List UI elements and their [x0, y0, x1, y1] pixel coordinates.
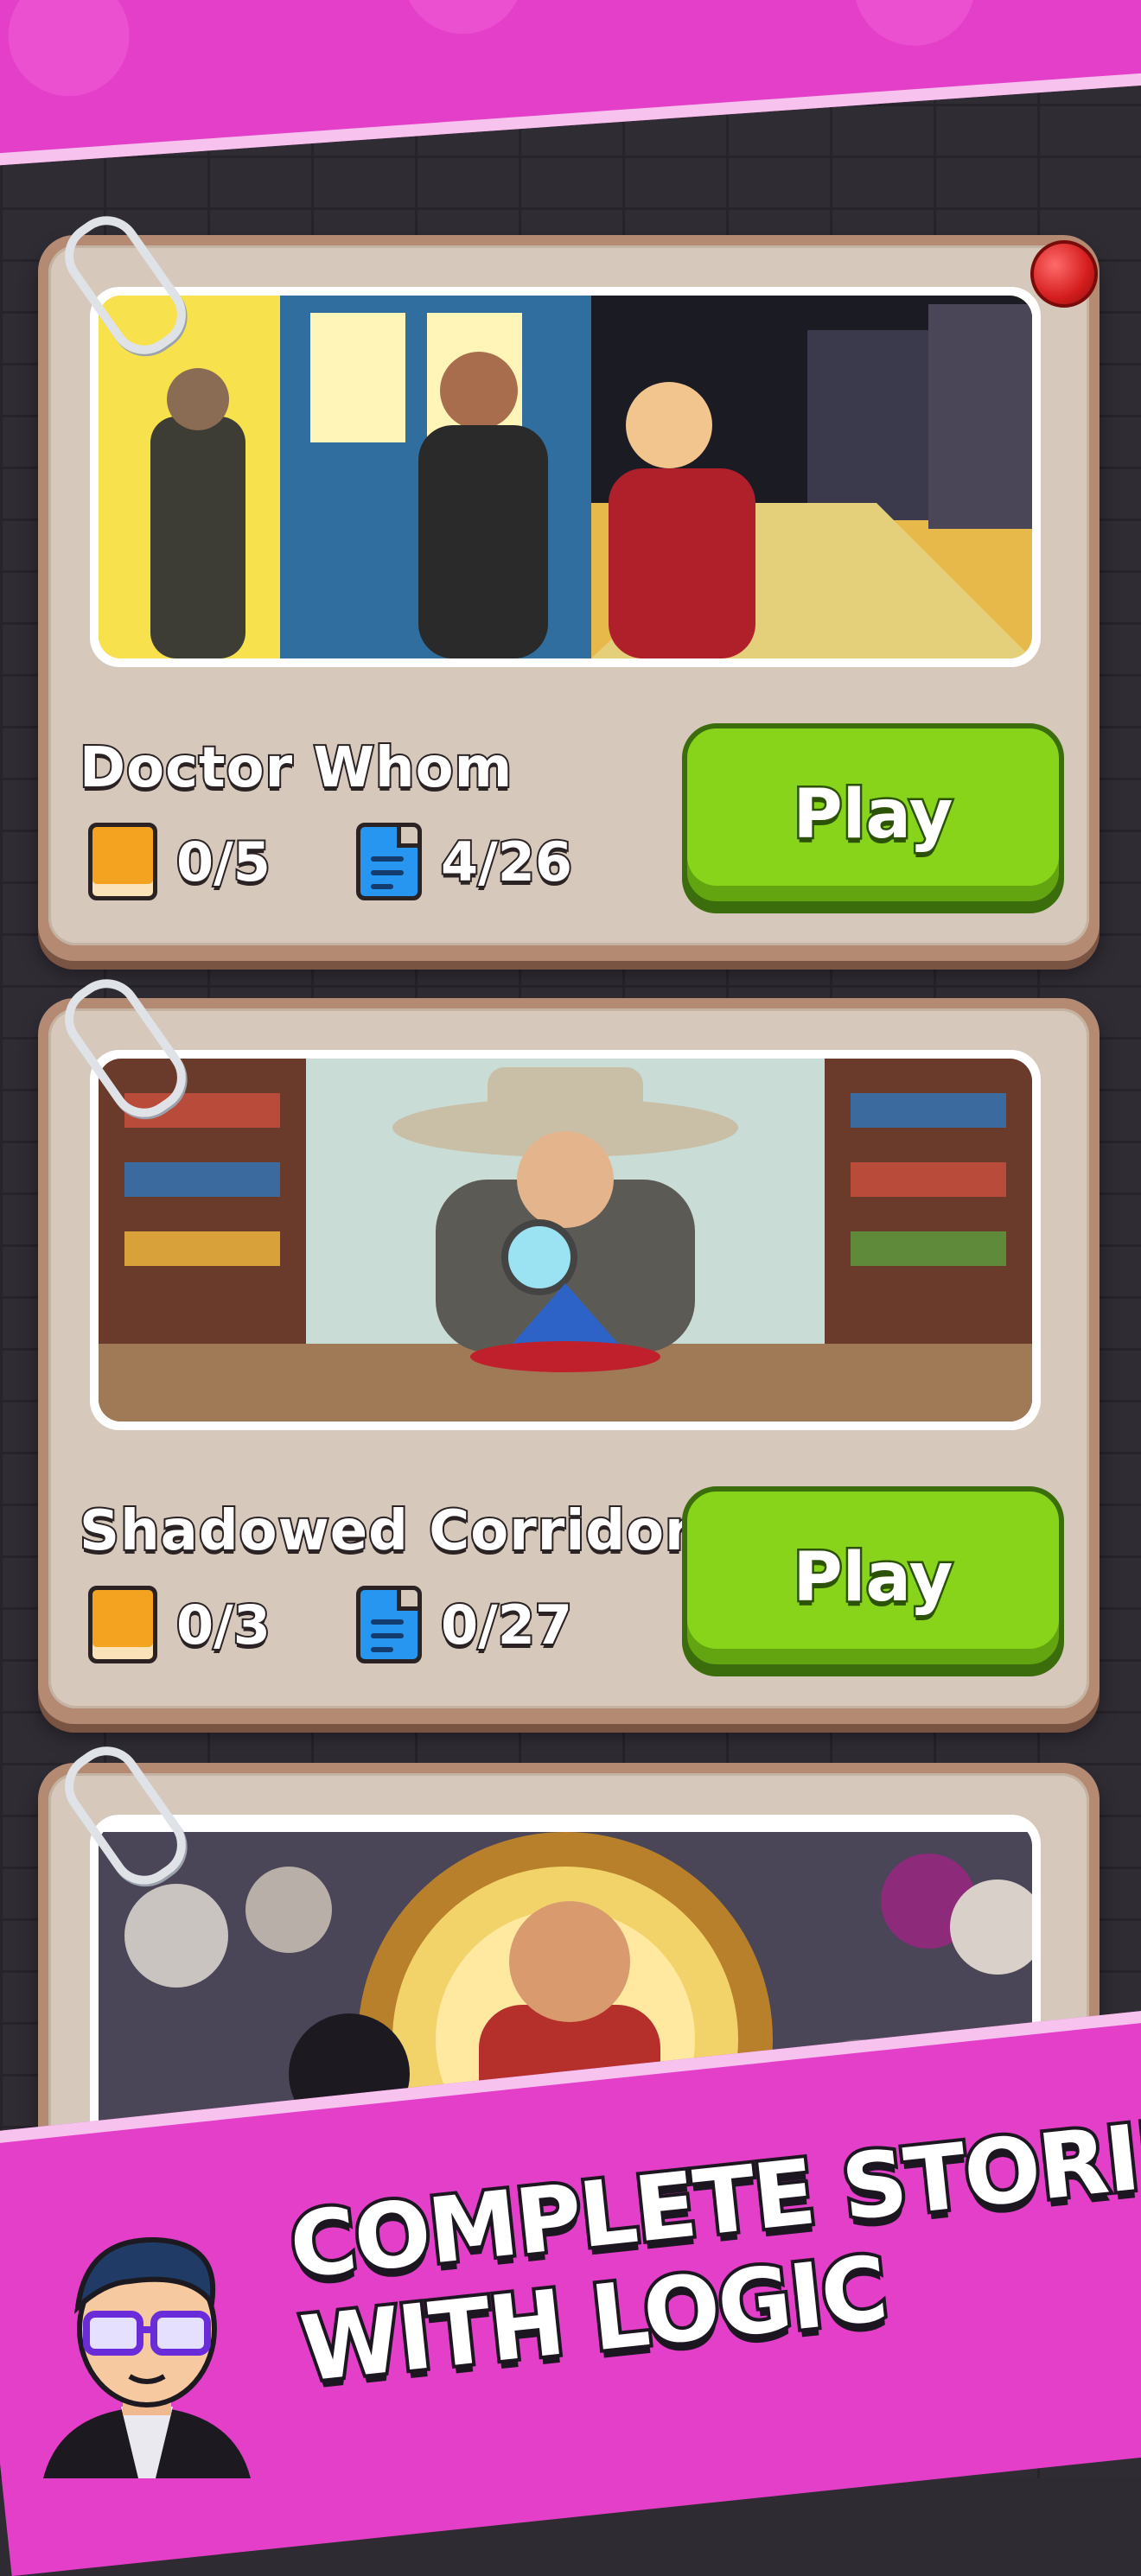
chapters-stat: 0/3 — [88, 1586, 272, 1663]
book-icon — [88, 1586, 157, 1663]
story-artwork — [90, 1050, 1041, 1430]
clues-count: 0/27 — [439, 1592, 574, 1658]
chapters-count: 0/3 — [175, 1592, 272, 1658]
clues-count: 4/26 — [439, 829, 574, 895]
play-button[interactable]: Play — [682, 723, 1064, 906]
story-card[interactable]: Doctor Whom 0/5 4/26 Play — [38, 235, 1100, 961]
street-scene-image — [99, 296, 1032, 658]
mascot-avatar-icon — [43, 2236, 251, 2478]
book-icon — [88, 823, 157, 900]
document-icon — [356, 823, 422, 900]
chapters-count: 0/5 — [175, 829, 272, 895]
play-button[interactable]: Play — [682, 1486, 1064, 1670]
story-artwork — [90, 287, 1041, 667]
document-icon — [356, 1586, 422, 1663]
clues-stat: 4/26 — [356, 823, 574, 900]
story-title: Shadowed Corridor — [78, 1498, 694, 1565]
detective-scene-image — [99, 1059, 1032, 1422]
story-card[interactable]: Shadowed Corridor 0/3 0/27 Play — [38, 998, 1100, 1724]
story-title: Doctor Whom — [78, 735, 513, 802]
chapters-stat: 0/5 — [88, 823, 272, 900]
clues-stat: 0/27 — [356, 1586, 574, 1663]
pushpin-icon — [1030, 240, 1098, 308]
